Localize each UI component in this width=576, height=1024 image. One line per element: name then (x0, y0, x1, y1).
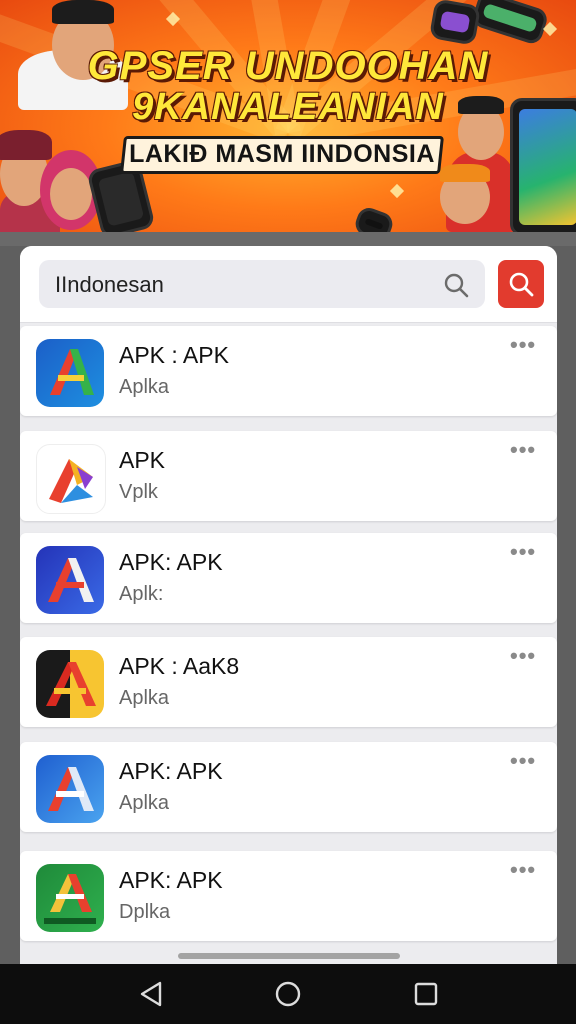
app-subtitle: Aplka (119, 687, 170, 709)
app-result-item[interactable]: APK: APK Aplka ••• (20, 742, 557, 832)
app-result-item[interactable]: APK : APK Aplka ••• (20, 326, 557, 416)
more-options-icon[interactable]: ••• (510, 643, 536, 669)
search-icon[interactable] (443, 272, 469, 298)
app-subtitle: Dplka (119, 901, 171, 923)
app-icon[interactable] (36, 864, 104, 932)
app-icon[interactable] (36, 546, 104, 614)
promo-banner[interactable]: GPSER UNDOOHAN 9KANALEANIAN LAKIÐ MASM I… (0, 0, 576, 232)
overlay-strip (0, 232, 576, 246)
more-options-icon[interactable]: ••• (510, 539, 536, 565)
app-title: APK (119, 447, 166, 473)
app-title: APK: APK (119, 758, 223, 784)
more-options-icon[interactable]: ••• (510, 857, 536, 883)
app-subtitle: Vplk (119, 481, 158, 503)
banner-phone (352, 204, 396, 232)
back-icon[interactable] (136, 978, 168, 1010)
search-icon (509, 272, 534, 297)
app-result-item[interactable]: APK: APK Aplk: ••• (20, 533, 557, 623)
search-query-text: IIndonesan (55, 272, 164, 297)
app-icon[interactable] (36, 650, 104, 718)
more-options-icon[interactable]: ••• (510, 332, 536, 358)
more-options-icon[interactable]: ••• (510, 437, 536, 463)
app-icon[interactable] (36, 339, 104, 407)
more-options-icon[interactable]: ••• (510, 748, 536, 774)
banner-ribbon-text: LAKIÐ MASM IINDONSIA (129, 140, 435, 168)
app-title: APK: APK (119, 867, 223, 893)
app-subtitle: Aplk: (119, 583, 164, 605)
banner-sparkle (389, 183, 405, 199)
banner-phone (470, 0, 550, 47)
banner-subheadline: 9KANALEANIAN (132, 86, 444, 128)
app-subtitle: Aplka (119, 792, 170, 814)
app-subtitle: Aplka (119, 376, 170, 398)
system-navigation-bar (0, 964, 576, 1024)
app-result-item[interactable]: APK : AaK8 Aplka ••• (20, 637, 557, 727)
app-icon[interactable] (36, 755, 104, 823)
scroll-indicator[interactable] (178, 953, 400, 959)
app-title: APK: APK (119, 549, 223, 575)
app-title: APK : AaK8 (119, 653, 240, 679)
app-result-item[interactable]: APK Vplk ••• (20, 431, 557, 521)
home-icon[interactable] (272, 978, 304, 1010)
app-title: APK : APK (119, 342, 229, 368)
banner-headline: GPSER UNDOOHAN (87, 44, 489, 88)
search-button[interactable] (498, 260, 544, 308)
banner-phone (428, 0, 482, 46)
search-input[interactable]: IIndonesan (39, 260, 485, 308)
app-result-item[interactable]: APK: APK Dplka ••• (20, 851, 557, 941)
recents-icon[interactable] (410, 978, 442, 1010)
app-icon[interactable] (36, 444, 106, 514)
search-header: IIndonesan (20, 246, 557, 323)
search-results-sheet: IIndonesan APK : APK Aplka ••• APK Vplk … (20, 246, 557, 964)
